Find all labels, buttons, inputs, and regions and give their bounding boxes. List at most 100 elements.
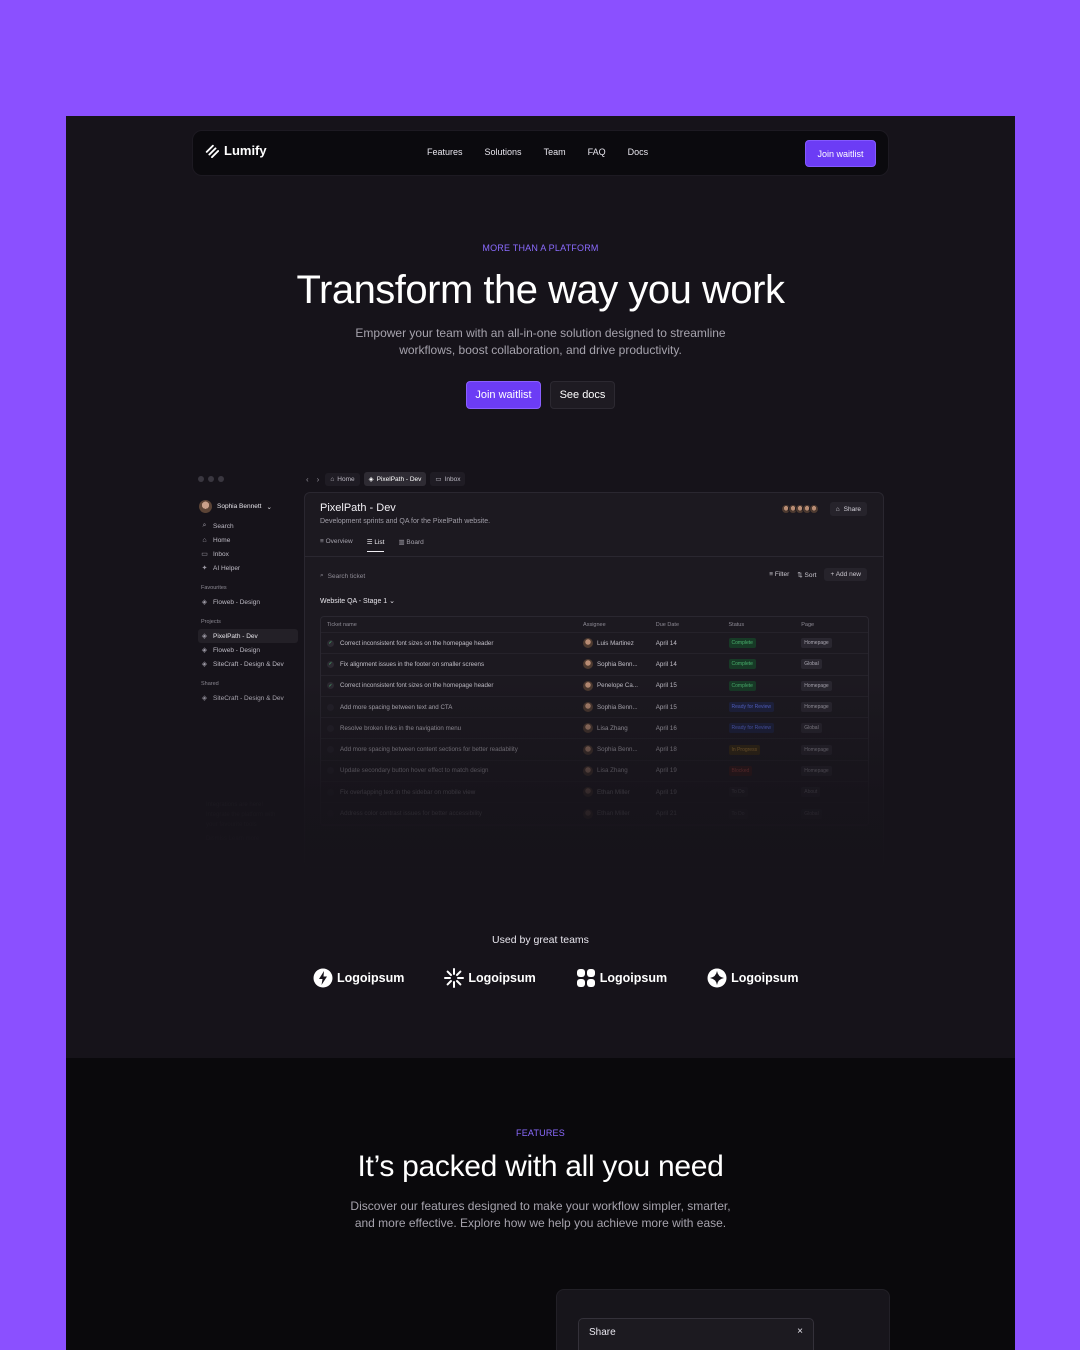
customer-logo: Logoipsum [707,968,798,988]
table-row[interactable]: ✓ Fix overlapping text in the sidebar on … [321,782,868,804]
sidebar-item-floweb-design[interactable]: ◈ Floweb - Design [198,643,298,657]
back-arrow-icon[interactable]: ‹ [304,475,311,484]
ticket-name-cell: ✓ Fix alignment issues in the footer on s… [321,660,579,668]
assignee-name: Sophia Benn... [597,660,638,668]
user-switcher[interactable]: Sophia Bennett ⌄ [199,500,298,513]
sidebar-item-inbox[interactable]: ▭ Inbox [198,547,298,561]
status-badge[interactable]: In Progress [728,744,761,755]
member-avatars[interactable] [781,504,819,514]
table-row[interactable]: ✓ Correct inconsistent font sizes on the … [321,633,868,655]
sidebar-item-pixelpath-dev[interactable]: ◈ PixelPath - Dev [198,629,298,643]
tab-overview[interactable]: ≡ Overview [320,538,353,552]
nav-link-solutions[interactable]: Solutions [485,147,522,157]
lumify-logo-icon [205,144,219,158]
nav-link-features[interactable]: Features [427,147,463,157]
sidebar-item-search[interactable]: ⌕ Search [198,519,298,533]
breadcrumb-label: Home [337,475,355,483]
ticket-name: Fix overlapping text in the sidebar on m… [340,788,476,796]
brand-logo[interactable]: Lumify [205,143,267,158]
avatar [583,744,594,755]
social-proof-title: Used by great teams [492,934,589,946]
avatar [583,638,594,649]
forward-arrow-icon[interactable]: › [315,475,322,484]
breadcrumb-project[interactable]: ◈ PixelPath - Dev [363,472,427,486]
empty-circle-icon[interactable]: ✓ [327,703,334,711]
sort-button[interactable]: ⇅ Sort [797,571,816,579]
status-badge[interactable]: To Do [728,808,748,819]
ticket-name-cell: ✓ Update secondary button hover effect to… [321,767,579,775]
check-circle-icon[interactable]: ✓ [327,660,334,668]
nav-join-waitlist-button[interactable]: Join waitlist [805,140,876,167]
nav-link-team[interactable]: Team [544,147,566,157]
ticket-name-cell: ✓ Add more spacing between text and CTA [321,703,579,711]
promo-body-2: your favourite tools [206,822,257,828]
tab-board[interactable]: ▥ Board [398,538,423,552]
status-cell: In Progress [725,744,798,755]
table-row[interactable]: ✓ Add more spacing between text and CTA So… [321,697,868,719]
column-header[interactable]: Due Date [652,622,725,628]
features-subtitle-line-2: and more effective. Explore how we help … [354,1216,727,1230]
empty-circle-icon[interactable]: ✓ [327,746,334,754]
empty-circle-icon[interactable]: ✓ [327,810,334,818]
hero-see-docs-button[interactable]: See docs [550,381,615,409]
sidebar-item-home[interactable]: ⌂ Home [198,533,298,547]
column-header[interactable]: Ticket name [321,622,579,628]
status-badge[interactable]: Complete [728,659,756,670]
avatar [583,765,594,776]
status-cell: Complete [725,638,798,649]
check-circle-icon[interactable]: ✓ [327,682,334,690]
filter-button[interactable]: ≡ Filter [769,571,789,578]
status-badge[interactable]: To Do [728,787,748,798]
sidebar-item-shared-sitecraft[interactable]: ◈ SiteCraft - Design & Dev [198,691,298,705]
add-new-button[interactable]: + Add new [824,568,867,581]
table-row[interactable]: ✓ Add more spacing between content sectio… [321,739,868,761]
nav-link-docs[interactable]: Docs [628,147,649,157]
status-badge[interactable]: Ready for Review [728,723,774,734]
column-header[interactable]: Page [797,622,868,628]
sparkle-logo-icon [707,968,727,988]
breadcrumb-inbox[interactable]: ▭ Inbox [430,472,466,486]
tab-list[interactable]: ☰ List [366,538,385,552]
table-header: Ticket name Assignee Due Date Status Pag… [321,617,868,633]
due-date-cell: April 21 [655,810,677,818]
nav-link-faq[interactable]: FAQ [588,147,606,157]
share-button[interactable]: ⌂ Share [829,502,867,516]
sidebar-item-sitecraft[interactable]: ◈ SiteCraft - Design & Dev [198,657,298,671]
search-ticket-input[interactable]: ⌕ Search ticket [320,572,365,580]
sidebar-section-projects: Projects [201,619,221,625]
close-icon[interactable]: × [797,1326,803,1337]
table-row[interactable]: ✓ Fix alignment issues in the footer on s… [321,654,868,676]
column-header[interactable]: Status [725,622,798,628]
status-badge[interactable]: Blocked [728,765,753,776]
column-header[interactable]: Assignee [579,622,652,628]
ticket-name-cell: ✓ Resolve broken links in the navigation … [321,724,579,732]
group-selector[interactable]: Website QA - Stage 1 ⌄ [320,597,395,605]
logo-name: Logoipsum [731,971,799,985]
sidebar-item-ai-helper[interactable]: ✦ AI Helper [198,561,298,575]
search-icon: ⌕ [320,572,324,579]
empty-circle-icon[interactable]: ✓ [327,767,334,775]
assignee-cell: Ethan Miller [579,808,652,819]
home-icon: ⌂ [330,475,335,483]
empty-circle-icon[interactable]: ✓ [327,788,334,796]
hero-join-waitlist-button[interactable]: Join waitlist [466,381,541,409]
breadcrumb-home[interactable]: ⌂ Home [325,472,360,486]
empty-circle-icon[interactable]: ✓ [327,724,334,732]
sidebar-item-floweb-design[interactable]: ◈ Floweb - Design [198,595,298,609]
page-cell: Global [797,808,868,819]
status-badge[interactable]: Ready for Review [728,702,774,713]
status-badge[interactable]: Complete [728,680,756,691]
table-row[interactable]: ✓ Correct inconsistent font sizes on the … [321,676,868,697]
table-row[interactable]: ✓ Resolve broken links in the navigation … [321,718,868,740]
lock-icon: ⌂ [835,505,840,513]
table-row[interactable]: ✓ Update secondary button hover effect to… [321,761,868,783]
table-row[interactable]: ✓ Address color contrast issues for bette… [321,803,868,825]
promo-links[interactable]: Dismiss Learn more [206,834,298,844]
sidebar-section-shared: Shared [201,681,219,687]
check-circle-icon[interactable]: ✓ [327,639,334,647]
share-dialog-title: Share [589,1327,616,1338]
status-badge[interactable]: Complete [728,638,756,649]
sparkle-icon: ✦ [201,565,208,572]
avatar [583,787,594,798]
features-title: It’s packed with all you need [357,1150,724,1183]
